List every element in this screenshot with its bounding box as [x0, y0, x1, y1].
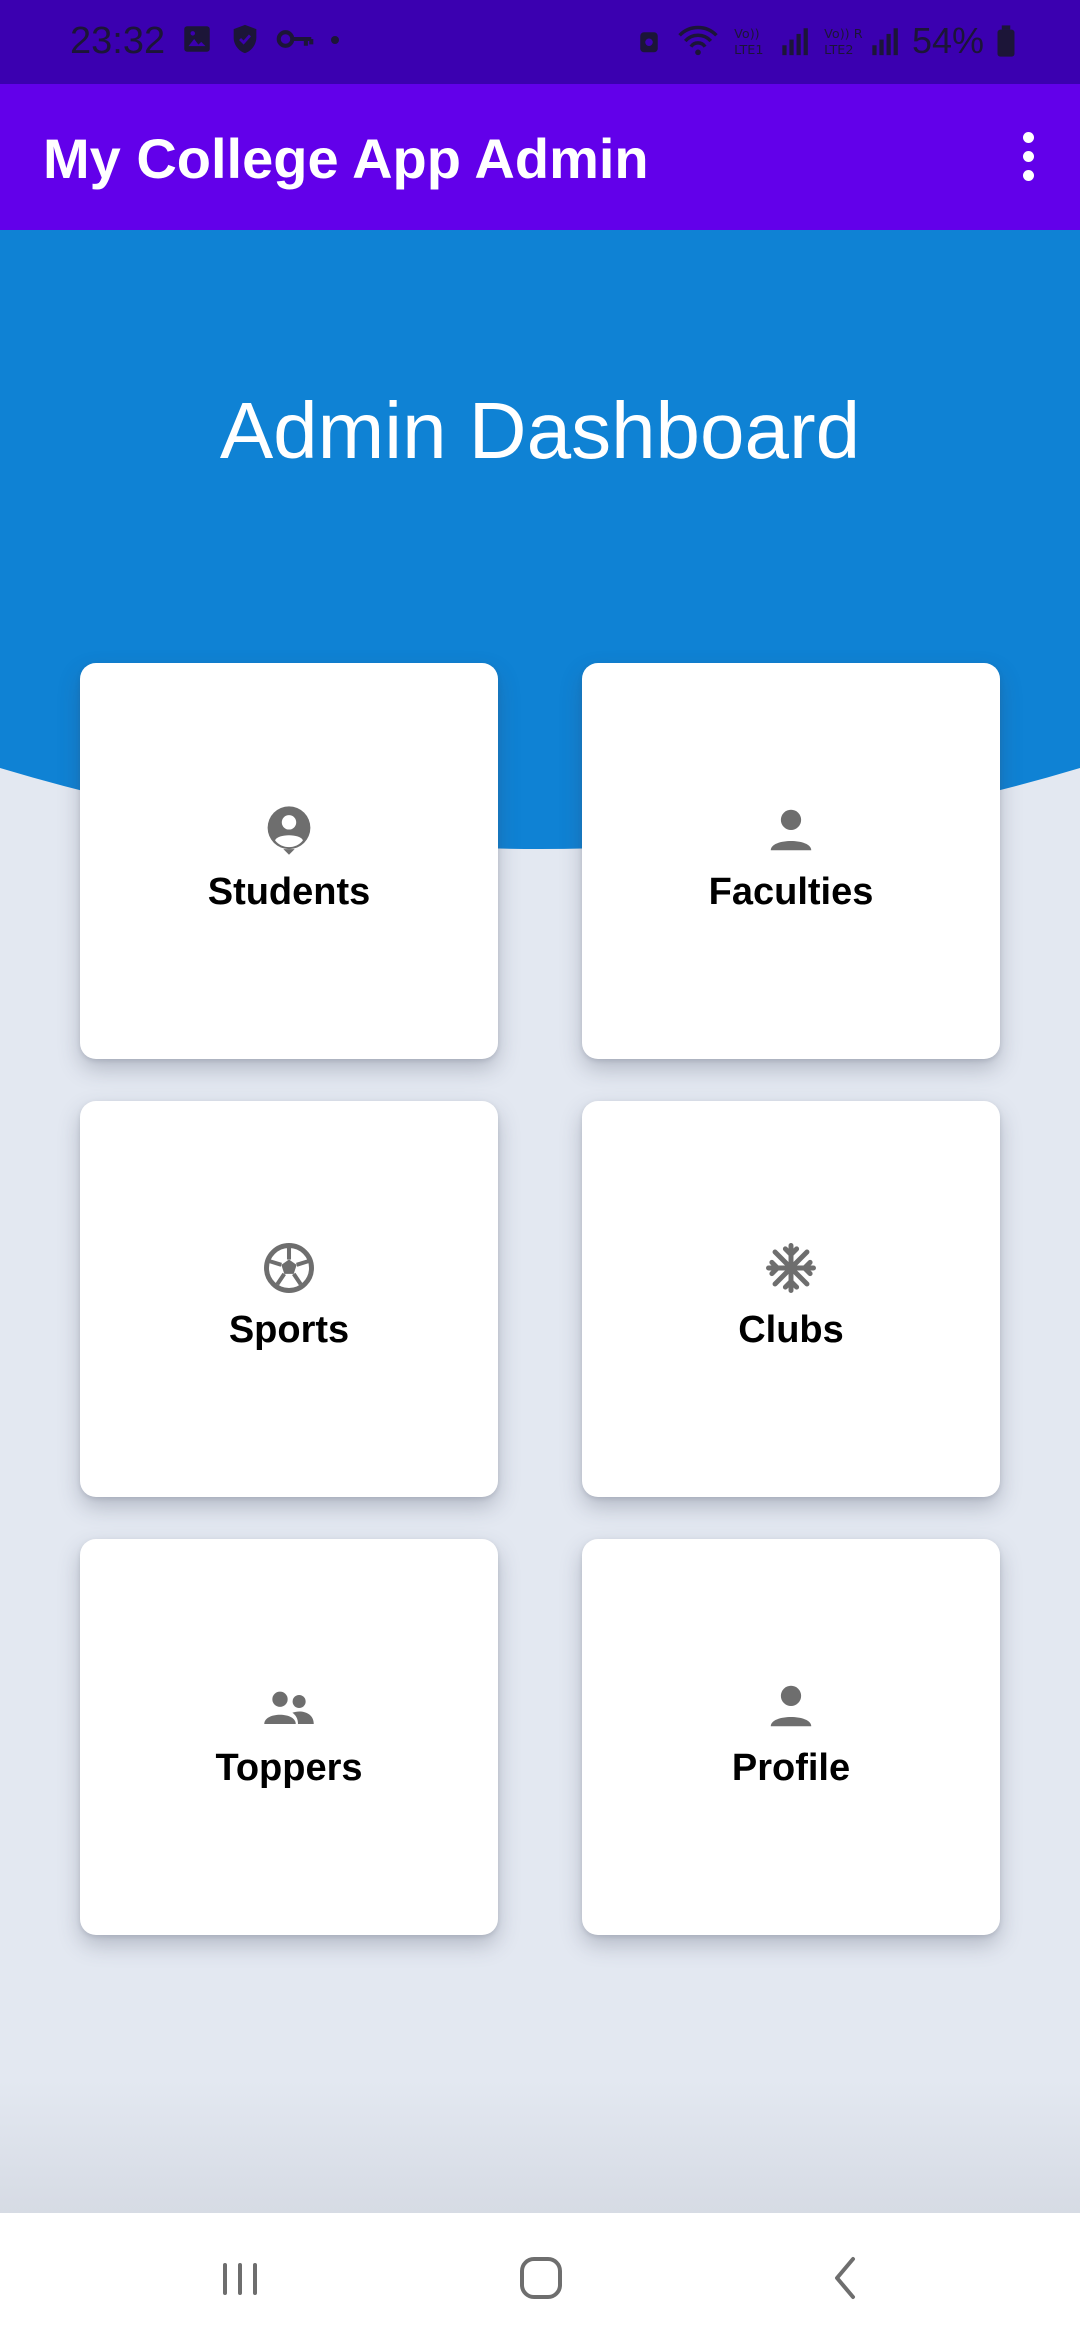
- status-time: 23:32: [70, 20, 166, 62]
- clubs-card[interactable]: Clubs: [582, 1101, 1000, 1497]
- app-bar: My College App Admin: [0, 84, 1080, 230]
- person-icon: [770, 809, 812, 851]
- dot-icon: [331, 36, 339, 44]
- bottom-fade: [0, 2080, 1080, 2213]
- person-icon: [770, 1685, 812, 1727]
- status-bar: 23:32 Vo)) LTE1 Vo)) R LTE2 54%: [0, 0, 1080, 84]
- wifi-icon: [678, 25, 718, 56]
- students-card[interactable]: Students: [80, 663, 498, 1059]
- clubs-label: Clubs: [738, 1309, 844, 1351]
- lte2-signal-icon: Vo)) RLTE2: [824, 27, 898, 58]
- sports-label: Sports: [228, 1309, 350, 1351]
- svg-text:LTE2: LTE2: [824, 43, 853, 58]
- alarm-icon: [640, 32, 658, 53]
- soccer-ball-icon: [264, 1243, 314, 1293]
- svg-text:Vo)): Vo)): [734, 27, 759, 42]
- profile-label: Profile: [731, 1747, 851, 1789]
- shield-icon: [233, 24, 257, 54]
- back-icon[interactable]: [805, 2243, 885, 2313]
- toppers-label: Toppers: [215, 1747, 363, 1789]
- key-icon: [276, 30, 314, 48]
- faculties-card[interactable]: Faculties: [582, 663, 1000, 1059]
- snowflake-icon: [766, 1243, 816, 1293]
- sports-card[interactable]: Sports: [80, 1101, 498, 1497]
- navigation-bar: [0, 2213, 1080, 2340]
- lte1-signal-icon: Vo))LTE1: [734, 27, 808, 58]
- more-vert-icon[interactable]: [1006, 124, 1050, 188]
- app-title: My College App Admin: [43, 127, 649, 190]
- battery-icon: [997, 25, 1015, 57]
- image-icon: [184, 26, 210, 52]
- faculties-label: Faculties: [708, 871, 874, 913]
- battery-percentage: 54%: [911, 20, 984, 61]
- svg-text:LTE1: LTE1: [734, 43, 763, 58]
- dashboard-title: Admin Dashboard: [219, 386, 861, 475]
- home-icon[interactable]: [502, 2243, 582, 2313]
- status-system-icons: Vo)) LTE1 Vo)) R LTE2 54%: [634, 20, 1016, 62]
- status-notification-icons: [180, 22, 342, 56]
- students-label: Students: [207, 871, 371, 913]
- people-icon: [264, 1691, 314, 1724]
- account-circle-icon: [267, 806, 311, 855]
- profile-card[interactable]: Profile: [582, 1539, 1000, 1935]
- recent-apps-icon[interactable]: [200, 2243, 280, 2313]
- toppers-card[interactable]: Toppers: [80, 1539, 498, 1935]
- svg-text:Vo)) R: Vo)) R: [824, 27, 863, 42]
